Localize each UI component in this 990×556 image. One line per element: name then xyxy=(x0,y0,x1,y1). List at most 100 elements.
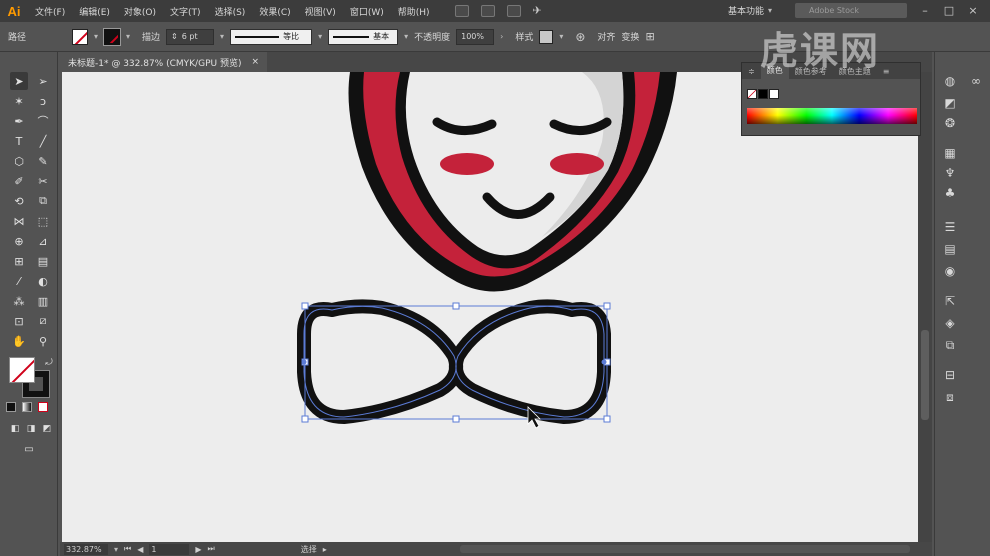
symbol-sprayer-icon[interactable]: ⁂ xyxy=(10,292,28,310)
none-swatch[interactable] xyxy=(747,89,757,99)
swatches-icon[interactable]: ▦ xyxy=(941,144,959,162)
chevron-down-icon[interactable]: ▾ xyxy=(114,545,118,554)
prev-artboard-icon[interactable]: ◀ xyxy=(137,545,143,554)
lasso-icon[interactable]: ↄ xyxy=(34,92,52,110)
direct-selection-tool-icon[interactable]: ➢ xyxy=(34,72,52,90)
minimize-icon[interactable]: – xyxy=(918,4,932,18)
menu-edit[interactable]: 编辑(E) xyxy=(72,5,117,18)
horizontal-scrollbar[interactable] xyxy=(460,545,910,553)
graph-tool-icon[interactable]: ▥ xyxy=(34,292,52,310)
vertical-scrollbar[interactable] xyxy=(918,72,932,542)
fill-swatch[interactable] xyxy=(72,28,88,45)
menu-file[interactable]: 文件(F) xyxy=(28,5,72,18)
fill-color-box[interactable] xyxy=(9,357,35,383)
gradient-tool-icon[interactable]: ▤ xyxy=(34,252,52,270)
arrange-documents-icon[interactable] xyxy=(506,5,521,17)
last-artboard-icon[interactable]: ⏭ xyxy=(208,544,215,554)
rotate-tool-icon[interactable]: ⟲ xyxy=(10,192,28,210)
symbols-icon[interactable]: ♣ xyxy=(941,184,959,202)
mesh-tool-icon[interactable]: ⊞ xyxy=(10,252,28,270)
opacity-label[interactable]: 不透明度 xyxy=(414,30,450,43)
brush-definition[interactable]: 基本 xyxy=(328,28,399,45)
recolor-icon[interactable]: ⊛ xyxy=(575,30,585,44)
close-tab-icon[interactable]: × xyxy=(251,57,259,67)
export-panel-icon[interactable]: ⇱ xyxy=(941,292,959,310)
stepper-icon[interactable]: ⇕ xyxy=(171,32,178,41)
blend-tool-icon[interactable]: ◐ xyxy=(34,272,52,290)
shaper-tool-icon[interactable]: ✐ xyxy=(10,172,28,190)
pen-tool-icon[interactable]: ✒ xyxy=(10,112,28,130)
scroll-thumb[interactable] xyxy=(921,330,929,420)
stock-icon[interactable] xyxy=(480,5,495,17)
stroke-weight-field[interactable]: ⇕ 6 pt xyxy=(166,28,215,45)
curvature-tool-icon[interactable]: ⌒ xyxy=(34,112,52,130)
stroke-panel-icon[interactable]: ☰ xyxy=(941,218,959,236)
shape-builder-icon[interactable]: ⊕ xyxy=(10,232,28,250)
transparency-panel-icon[interactable]: ◉ xyxy=(941,262,959,280)
color-spectrum[interactable] xyxy=(747,108,917,124)
gradient-panel-icon[interactable]: ▤ xyxy=(941,240,959,258)
perspective-grid-icon[interactable]: ⊿ xyxy=(34,232,52,250)
artboards-panel-icon[interactable]: ⧉ xyxy=(941,336,959,354)
slice-tool-icon[interactable]: ⧄ xyxy=(34,312,52,330)
color-themes-icon[interactable]: ❂ xyxy=(941,114,959,132)
layers-panel-icon[interactable]: ◈ xyxy=(941,314,959,332)
scissors-icon[interactable]: ✂ xyxy=(34,172,52,190)
menu-object[interactable]: 对象(O) xyxy=(117,5,163,18)
close-icon[interactable]: × xyxy=(966,4,980,18)
type-tool-icon[interactable]: T xyxy=(10,132,28,150)
artboard-number-field[interactable]: 1 xyxy=(149,543,190,555)
stroke-swatch[interactable] xyxy=(103,27,122,46)
chevron-right-icon[interactable]: › xyxy=(500,32,503,41)
gpu-performance-icon[interactable]: ✈ xyxy=(533,5,547,17)
ellipse-tool-icon[interactable]: ⬡ xyxy=(10,152,28,170)
free-transform-icon[interactable]: ⬚ xyxy=(34,212,52,230)
selection-tool-icon[interactable]: ➤ xyxy=(10,72,28,90)
screen-mode-icon[interactable]: ▭ xyxy=(20,440,38,458)
zoom-tool-icon[interactable]: ⚲ xyxy=(34,332,52,350)
document-tab[interactable]: 未标题-1* @ 332.87% (CMYK/GPU 预览) × xyxy=(60,52,267,72)
chevron-down-icon[interactable]: ▾ xyxy=(220,32,224,41)
color-mode-icon[interactable] xyxy=(6,402,16,412)
brush-tool-icon[interactable]: ✎ xyxy=(34,152,52,170)
white-swatch[interactable] xyxy=(769,89,779,99)
width-tool-icon[interactable]: ⋈ xyxy=(10,212,28,230)
brushes-icon[interactable]: ♆ xyxy=(941,164,959,182)
magic-wand-icon[interactable]: ✶ xyxy=(10,92,28,110)
menu-effect[interactable]: 效果(C) xyxy=(252,5,297,18)
stroke-label[interactable]: 描边 xyxy=(142,30,160,43)
chevron-down-icon[interactable]: ▾ xyxy=(318,32,322,41)
hand-tool-icon[interactable]: ✋ xyxy=(10,332,28,350)
artboard-canvas[interactable] xyxy=(62,72,918,542)
status-menu-icon[interactable]: ▸ xyxy=(323,545,327,554)
gradient-mode-icon[interactable] xyxy=(22,402,32,412)
menu-help[interactable]: 帮助(H) xyxy=(391,5,437,18)
align-button[interactable]: 对齐 xyxy=(597,30,615,43)
panel-grip-icon[interactable]: ≑ xyxy=(742,67,761,76)
transform-button[interactable]: 变换 xyxy=(621,30,639,43)
panel-options-icon[interactable]: ⊞ xyxy=(645,30,654,43)
chevron-down-icon[interactable]: ▾ xyxy=(126,32,130,41)
black-swatch[interactable] xyxy=(758,89,768,99)
variable-width-profile[interactable]: 等比 xyxy=(230,28,313,45)
color-guide-icon[interactable]: ◩ xyxy=(941,94,959,112)
workspace-switcher[interactable]: 基本功能 ▾ xyxy=(728,3,772,18)
none-mode-icon[interactable] xyxy=(38,402,48,412)
chevron-down-icon[interactable]: ▾ xyxy=(94,32,98,41)
draw-inside-icon[interactable]: ◩ xyxy=(38,420,56,438)
bridge-icon[interactable] xyxy=(454,5,469,17)
first-artboard-icon[interactable]: ⏮ xyxy=(124,544,131,554)
menu-window[interactable]: 窗口(W) xyxy=(343,5,391,18)
pathfinder-panel-icon[interactable]: ⧈ xyxy=(941,388,959,406)
scale-tool-icon[interactable]: ⧉ xyxy=(34,192,52,210)
maximize-icon[interactable]: □ xyxy=(942,4,956,18)
graphic-style-swatch[interactable] xyxy=(539,29,554,44)
line-tool-icon[interactable]: ╱ xyxy=(34,132,52,150)
align-panel-icon[interactable]: ⊟ xyxy=(941,366,959,384)
color-panel-icon[interactable]: ◍ xyxy=(941,72,959,90)
zoom-field[interactable]: 332.87% xyxy=(64,543,108,555)
opacity-field[interactable]: 100% xyxy=(456,28,495,45)
eyedropper-icon[interactable]: ⁄ xyxy=(10,272,28,290)
artboard-tool-icon[interactable]: ⊡ xyxy=(10,312,28,330)
chevron-down-icon[interactable]: ▾ xyxy=(404,32,408,41)
